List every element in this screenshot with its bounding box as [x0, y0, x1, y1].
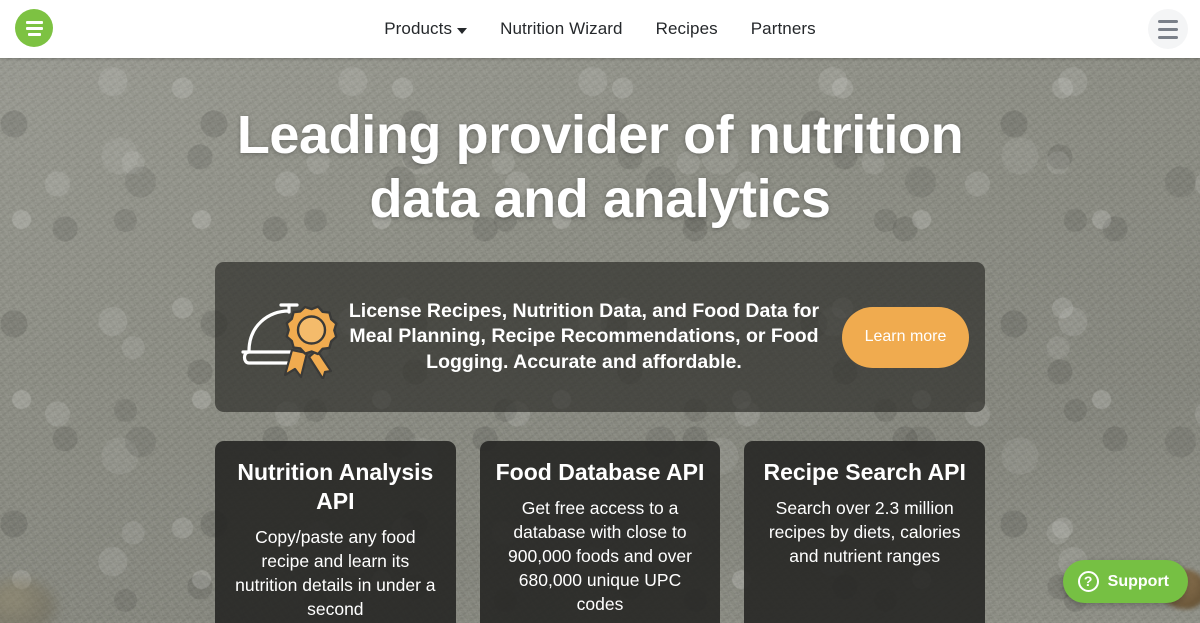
- nav-item-recipes-label: Recipes: [655, 19, 718, 38]
- nav-item-partners-label: Partners: [750, 19, 816, 38]
- feature-card-nutrition-analysis-api[interactable]: Nutrition Analysis API Copy/paste any fo…: [215, 441, 456, 623]
- site-header: Products Nutrition Wizard Recipes Partne…: [0, 0, 1200, 58]
- feature-cards-row: Nutrition Analysis API Copy/paste any fo…: [215, 441, 986, 623]
- feature-card-recipe-search-api[interactable]: Recipe Search API Search over 2.3 millio…: [744, 441, 986, 623]
- nav-item-recipes[interactable]: Recipes: [656, 19, 718, 39]
- question-mark-circle-icon: ?: [1077, 571, 1099, 592]
- chevron-down-icon: [457, 27, 468, 34]
- menu-bar-1: [1158, 19, 1178, 23]
- page-title-line-1: Leading provider of nutrition: [236, 105, 964, 165]
- hamburger-menu-icon[interactable]: [1148, 9, 1188, 49]
- card-title: Recipe Search API: [763, 459, 966, 485]
- page-title: Leading provider of nutrition data and a…: [0, 103, 1200, 231]
- main-navigation: Products Nutrition Wizard Recipes Partne…: [0, 0, 1200, 58]
- nav-item-products[interactable]: Products: [384, 19, 468, 39]
- card-description: Get free access to a database with close…: [508, 498, 692, 614]
- menu-bar-3: [1158, 35, 1178, 39]
- card-title: Nutrition Analysis API: [237, 459, 434, 514]
- card-description: Search over 2.3 million recipes by diets…: [768, 498, 961, 566]
- card-description: Copy/paste any food recipe and learn its…: [235, 527, 436, 619]
- license-banner: License Recipes, Nutrition Data, and Foo…: [215, 262, 985, 412]
- support-button[interactable]: ? Support: [1062, 560, 1188, 603]
- license-banner-text: License Recipes, Nutrition Data, and Foo…: [348, 299, 820, 373]
- learn-more-button[interactable]: Learn more: [842, 306, 969, 368]
- nav-item-partners[interactable]: Partners: [751, 19, 816, 39]
- page-title-line-2: data and analytics: [369, 169, 831, 229]
- nav-item-nutrition-wizard[interactable]: Nutrition Wizard: [500, 19, 623, 39]
- feature-card-food-database-api[interactable]: Food Database API Get free access to a d…: [479, 441, 721, 623]
- nav-item-nutrition-wizard-label: Nutrition Wizard: [500, 19, 623, 38]
- nav-item-products-label: Products: [384, 19, 453, 38]
- menu-bar-2: [1158, 27, 1178, 31]
- card-title: Food Database API: [495, 459, 705, 485]
- support-button-label: Support: [1107, 572, 1169, 590]
- background-food-blob: [0, 579, 56, 623]
- cloche-award-icon: [237, 295, 342, 381]
